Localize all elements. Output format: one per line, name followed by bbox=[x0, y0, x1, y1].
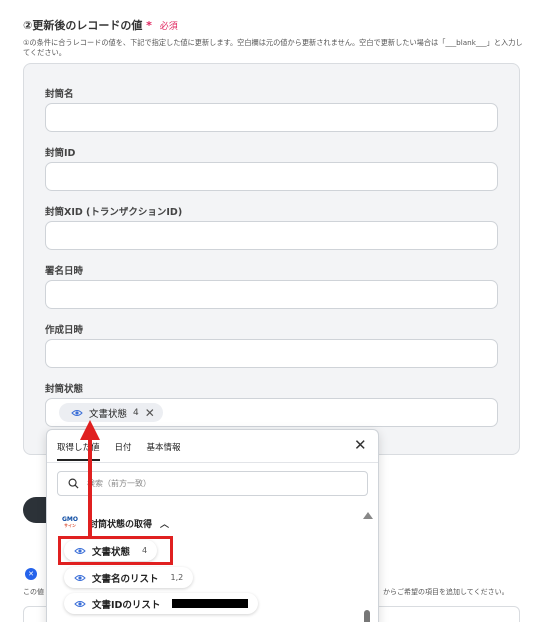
selected-tag-count: 4 bbox=[133, 407, 139, 418]
section-title: ②更新後のレコードの値 * 必須 bbox=[23, 17, 178, 33]
group-header-envelope-status[interactable]: GMO サイン 封筒状態の取得 ︿ bbox=[59, 516, 169, 530]
field-label-envelope-id: 封筒ID bbox=[45, 148, 76, 159]
selected-tag-label: 文書状態 bbox=[89, 408, 128, 420]
picker-tabs: 取得した値 日付 基本情報 bbox=[57, 441, 181, 461]
field-label-created-at: 作成日時 bbox=[45, 325, 84, 336]
value-picker-dropdown: 取得した値 日付 基本情報 ✕ 検索（前方一致） GMO サイン 封筒状態の取得… bbox=[46, 429, 379, 622]
eye-icon bbox=[71, 409, 83, 416]
search-placeholder: 検索（前方一致） bbox=[87, 479, 151, 488]
option-label: 文書名のリスト bbox=[92, 573, 159, 585]
section-title-text: ②更新後のレコードの値 bbox=[23, 19, 143, 32]
envelope-name-input[interactable] bbox=[45, 103, 498, 132]
scrollbar-thumb[interactable] bbox=[364, 610, 370, 622]
search-input[interactable]: 検索（前方一致） bbox=[57, 471, 368, 496]
section-description: ①の条件に合うレコードの値を、下記で指定した値に更新します。空白欄は元の値から更… bbox=[23, 38, 523, 57]
tab-date[interactable]: 日付 bbox=[115, 441, 132, 461]
field-label-envelope-name: 封筒名 bbox=[45, 89, 74, 100]
option-document-name-list[interactable]: 文書名のリスト 1,2 bbox=[64, 567, 194, 588]
annotation-arrow-head bbox=[80, 420, 100, 440]
remove-tag-close-icon[interactable]: ✕ bbox=[145, 406, 155, 420]
bottom-help-text-left: この値 bbox=[23, 588, 44, 596]
tab-fetched-values[interactable]: 取得した値 bbox=[57, 441, 100, 461]
tab-basic-info[interactable]: 基本情報 bbox=[147, 441, 181, 461]
required-label: 必須 bbox=[159, 22, 178, 32]
divider bbox=[47, 462, 378, 463]
required-star: * bbox=[146, 19, 152, 32]
field-label-envelope-xid: 封筒XID (トランザクションID) bbox=[45, 207, 183, 218]
field-label-envelope-status: 封筒状態 bbox=[45, 384, 84, 395]
eye-icon bbox=[74, 574, 86, 581]
envelope-id-input[interactable] bbox=[45, 162, 498, 191]
created-at-input[interactable] bbox=[45, 339, 498, 368]
scroll-up-arrow-icon[interactable] bbox=[363, 512, 373, 519]
close-icon[interactable]: ✕ bbox=[354, 436, 367, 454]
group-title: 封筒状態の取得 bbox=[89, 519, 153, 530]
option-label: 文書IDのリスト bbox=[92, 599, 161, 611]
info-badge-icon: ✕ bbox=[25, 568, 37, 580]
field-label-signed-at: 署名日時 bbox=[45, 266, 84, 277]
annotation-highlight-box bbox=[58, 536, 173, 565]
envelope-xid-input[interactable] bbox=[45, 221, 498, 250]
chevron-up-icon: ︿ bbox=[160, 519, 170, 530]
option-value: 1,2 bbox=[170, 573, 184, 582]
redacted-value bbox=[172, 599, 249, 608]
annotation-arrow-shaft bbox=[88, 438, 92, 538]
gmo-sign-logo: GMO サイン bbox=[59, 516, 81, 530]
bottom-help-text-right: からご希望の項目を追加してください。 bbox=[383, 588, 509, 596]
selected-value-tag[interactable]: 文書状態 4 ✕ bbox=[59, 403, 163, 422]
search-icon bbox=[68, 478, 79, 489]
eye-icon bbox=[74, 600, 86, 607]
option-document-id-list[interactable]: 文書IDのリスト bbox=[64, 593, 259, 614]
signed-at-input[interactable] bbox=[45, 280, 498, 309]
